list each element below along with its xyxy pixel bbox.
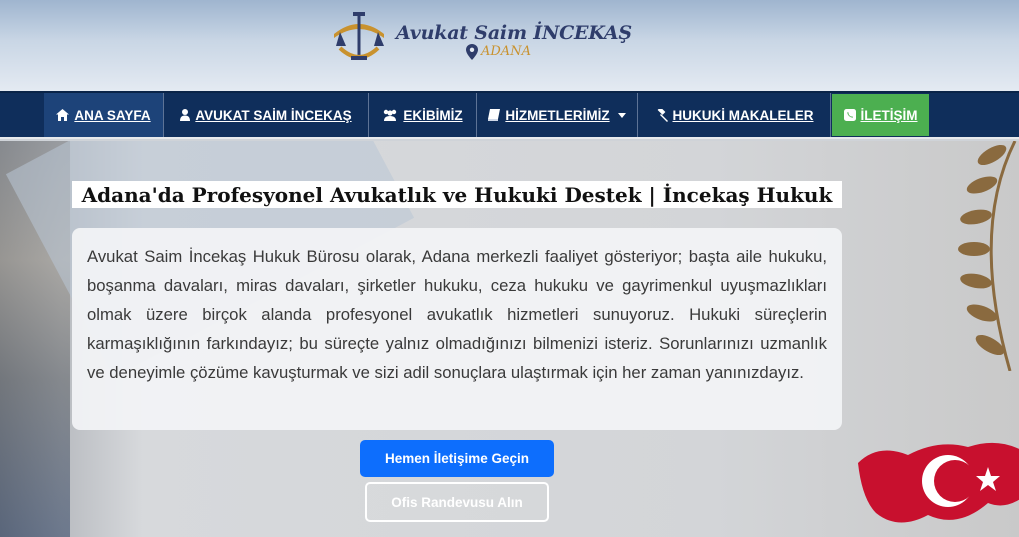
contact-now-button[interactable]: Hemen İletişime Geçin (360, 440, 554, 477)
hero-text-card: Avukat Saim İncekaş Hukuk Bürosu olarak,… (72, 228, 842, 430)
site-header: Avukat Saim İNCEKAŞ ADANA (0, 0, 1019, 91)
hero-section: Adana'da Profesyonel Avukatlık ve Hukuki… (0, 141, 1019, 537)
nav-label: ANA SAYFA (74, 107, 151, 123)
site-logo[interactable]: Avukat Saim İNCEKAŞ ADANA (328, 8, 632, 66)
logo-city: ADANA (481, 44, 531, 59)
hero-title-bar: Adana'da Profesyonel Avukatlık ve Hukuki… (72, 181, 842, 208)
users-icon (384, 109, 397, 121)
turkish-flag-map-icon (858, 442, 1019, 523)
user-icon (180, 109, 191, 121)
home-icon (56, 109, 70, 121)
nav-label: HİZMETLERİMİZ (505, 107, 610, 123)
main-navigation: ANA SAYFA AVUKAT SAİM İNCEKAŞ EKİBİMİZ H… (0, 91, 1019, 139)
nav-label: HUKUKİ MAKALELER (672, 107, 814, 123)
nav-item-hizmetlerimiz[interactable]: HİZMETLERİMİZ (477, 93, 638, 137)
location-pin-icon (466, 44, 478, 60)
gavel-icon (657, 108, 668, 122)
whatsapp-icon (843, 109, 856, 121)
logo-name: Avukat Saim İNCEKAŞ (396, 22, 632, 44)
appointment-button[interactable]: Ofis Randevusu Alın (365, 482, 549, 522)
book-icon (488, 109, 501, 121)
hero-description: Avukat Saim İncekaş Hukuk Bürosu olarak,… (87, 247, 827, 382)
nav-item-avukat[interactable]: AVUKAT SAİM İNCEKAŞ (164, 93, 369, 137)
chevron-down-icon (617, 112, 626, 118)
nav-item-iletisim[interactable]: İLETİŞİM (832, 94, 929, 136)
nav-label: İLETİŞİM (860, 107, 918, 123)
laurel-wreath-icon (958, 141, 1017, 371)
nav-item-makaleler[interactable]: HUKUKİ MAKALELER (638, 93, 831, 137)
scales-of-justice-icon (334, 12, 384, 60)
nav-label: EKİBİMİZ (403, 107, 463, 123)
nav-label: AVUKAT SAİM İNCEKAŞ (195, 107, 352, 123)
nav-item-ana-sayfa[interactable]: ANA SAYFA (44, 93, 164, 137)
nav-item-ekibimiz[interactable]: EKİBİMİZ (369, 93, 477, 137)
hero-title: Adana'da Profesyonel Avukatlık ve Hukuki… (81, 182, 833, 207)
